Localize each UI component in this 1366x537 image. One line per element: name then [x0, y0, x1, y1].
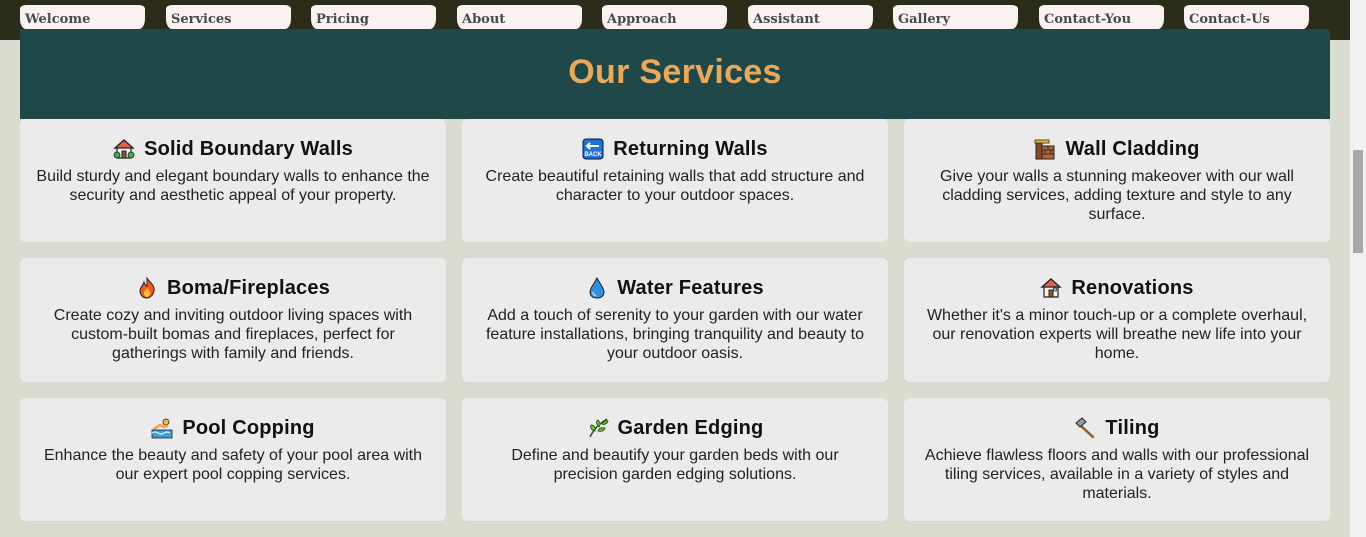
service-card-wall-cladding: Wall Cladding Give your walls a stunning…	[904, 119, 1330, 242]
card-title: Pool Copping	[182, 416, 315, 439]
service-card-tiling: Tiling Achieve flawless floors and walls…	[904, 398, 1330, 521]
nav-tab-contact-us[interactable]: Contact-Us	[1184, 5, 1309, 29]
scrollbar-thumb[interactable]	[1353, 150, 1363, 253]
card-title: Tiling	[1105, 416, 1160, 439]
card-title: Solid Boundary Walls	[144, 137, 353, 160]
nav-tab-pricing[interactable]: Pricing	[311, 5, 436, 29]
service-card-pool-copping: Pool Copping Enhance the beauty and safe…	[20, 398, 446, 521]
nav-tab-about[interactable]: About	[457, 5, 582, 29]
card-description: Achieve flawless floors and walls with o…	[924, 447, 1310, 502]
card-description: Add a touch of serenity to your garden w…	[485, 307, 864, 362]
svg-text:BACK: BACK	[585, 152, 603, 158]
card-title: Water Features	[617, 276, 764, 299]
services-header: Our Services	[20, 29, 1330, 119]
back-arrow-icon: BACK	[582, 138, 604, 160]
nav-tab-gallery[interactable]: Gallery	[893, 5, 1018, 29]
card-title: Wall Cladding	[1065, 137, 1200, 160]
service-card-boma-fireplaces: Boma/Fireplaces Create cozy and inviting…	[20, 258, 446, 382]
nav-tab-contact-you[interactable]: Contact-You	[1039, 5, 1164, 29]
house-icon	[1040, 277, 1062, 299]
nav-tab-approach[interactable]: Approach	[602, 5, 727, 29]
card-description: Create beautiful retaining walls that ad…	[485, 168, 865, 204]
droplet-icon	[586, 276, 608, 299]
card-description: Build sturdy and elegant boundary walls …	[36, 168, 430, 204]
card-description: Create cozy and inviting outdoor living …	[53, 307, 413, 362]
service-card-renovations: Renovations Whether it's a minor touch-u…	[904, 258, 1330, 382]
card-title: Garden Edging	[617, 416, 764, 439]
card-description: Enhance the beauty and safety of your po…	[43, 447, 423, 483]
card-description: Define and beautify your garden beds wit…	[511, 447, 839, 483]
page: Welcome Services Pricing About Approach …	[0, 0, 1366, 537]
section-title: Our Services	[568, 53, 782, 91]
swimmer-icon	[151, 417, 173, 439]
card-description: Give your walls a stunning makeover with…	[940, 168, 1294, 223]
nav-tab-welcome[interactable]: Welcome	[20, 5, 145, 29]
card-title: Boma/Fireplaces	[166, 276, 331, 299]
card-title: Returning Walls	[613, 137, 768, 160]
house-garden-icon	[113, 138, 135, 160]
service-card-boundary-walls: Solid Boundary Walls Build sturdy and el…	[20, 119, 446, 242]
card-title: Renovations	[1071, 276, 1194, 299]
nav-tab-services[interactable]: Services	[166, 5, 291, 29]
service-card-water-features: Water Features Add a touch of serenity t…	[462, 258, 888, 382]
card-description: Whether it's a minor touch-up or a compl…	[926, 307, 1308, 362]
page-scrollbar[interactable]	[1350, 0, 1366, 537]
herb-leaf-icon	[587, 417, 609, 439]
service-card-garden-edging: Garden Edging Define and beautify your g…	[462, 398, 888, 521]
hammer-icon	[1074, 417, 1096, 439]
bricks-icon	[1034, 138, 1056, 160]
fire-icon	[136, 276, 158, 299]
service-card-returning-walls: BACK Returning Walls Create beautiful re…	[462, 119, 888, 242]
nav-tab-assistant[interactable]: Assistant	[748, 5, 873, 29]
